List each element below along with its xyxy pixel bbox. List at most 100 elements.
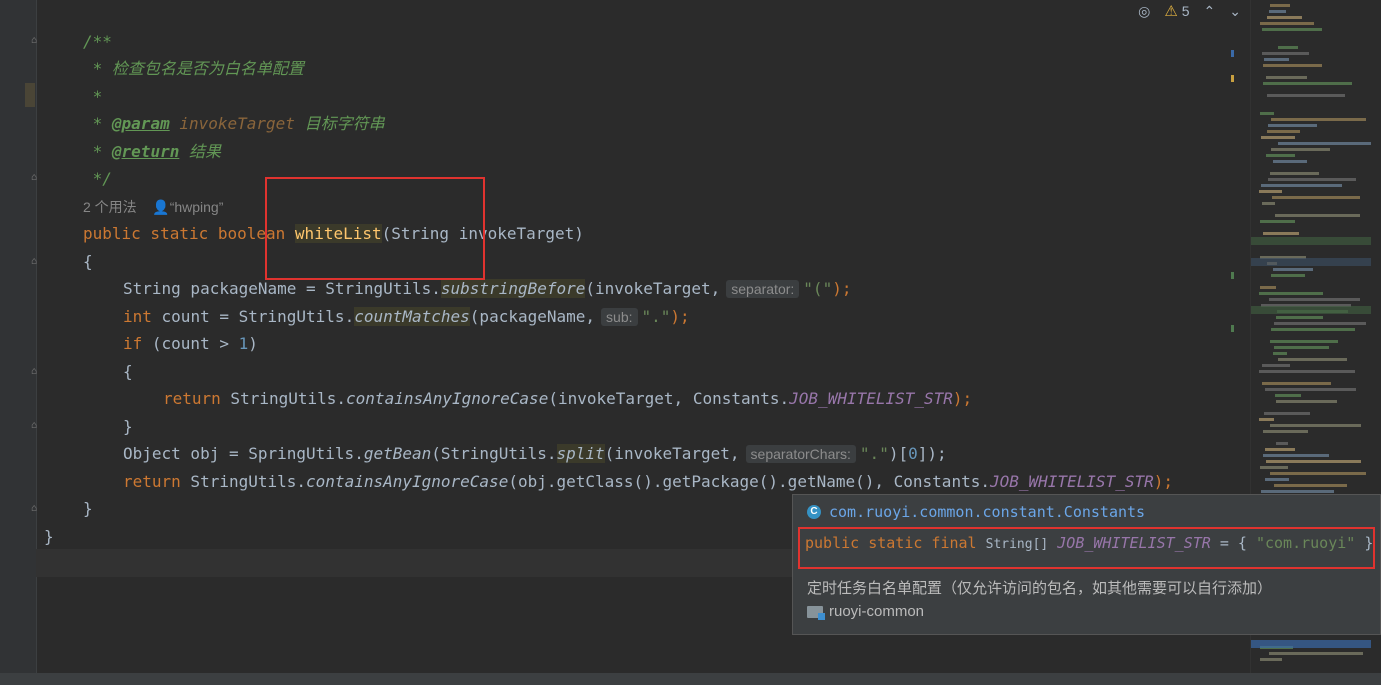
minimap-line <box>1263 232 1299 235</box>
module-name: ruoyi-common <box>829 603 925 620</box>
minimap-line <box>1259 190 1282 193</box>
inspection-widget[interactable]: ◎ ⚠ 5 ⌃ ⌄ <box>1138 0 1241 22</box>
code-line: /** <box>83 32 112 51</box>
minimap-band <box>1251 258 1371 266</box>
minimap-line <box>1266 154 1295 157</box>
code-line: Object obj = SpringUtils.getBean(StringU… <box>123 444 947 463</box>
minimap-line <box>1262 364 1290 367</box>
minimap-line <box>1260 220 1295 223</box>
minimap-line <box>1259 370 1355 373</box>
minimap-band <box>1251 237 1371 245</box>
minimap-line <box>1278 142 1371 145</box>
popup-header[interactable]: C com.ruoyi.common.constant.Constants <box>807 503 1145 521</box>
code-line: * @return 结果 <box>83 142 221 161</box>
warning-icon: ⚠ <box>1164 3 1178 20</box>
minimap-line <box>1269 298 1360 301</box>
code-line: { <box>83 252 93 271</box>
minimap-line <box>1262 28 1322 31</box>
code-line: return StringUtils.containsAnyIgnoreCase… <box>123 472 1173 491</box>
class-link[interactable]: com.ruoyi.common.constant.Constants <box>829 503 1145 521</box>
annotation-box <box>798 527 1375 569</box>
inlay-hint: separator: <box>726 280 800 298</box>
minimap-line <box>1267 130 1300 133</box>
minimap-line <box>1274 322 1366 325</box>
minimap-line <box>1263 64 1322 67</box>
module-folder-icon <box>807 605 825 620</box>
fold-icon[interactable]: ⌂ <box>31 35 41 46</box>
status-bar <box>0 673 1381 685</box>
class-icon: C <box>807 505 821 519</box>
error-stripe-mark[interactable] <box>1231 50 1234 57</box>
error-stripe-mark[interactable] <box>1231 325 1234 332</box>
warning-indicator[interactable]: ⚠ 5 <box>1164 2 1189 20</box>
minimap-line <box>1271 148 1330 151</box>
minimap-band <box>1251 306 1371 314</box>
minimap-line <box>1272 196 1360 199</box>
fold-icon[interactable]: ⌂ <box>31 503 41 514</box>
minimap-line <box>1278 358 1347 361</box>
next-highlight-icon[interactable]: ⌄ <box>1229 3 1241 20</box>
minimap-line <box>1261 136 1295 139</box>
minimap-band <box>1251 640 1371 648</box>
minimap-line <box>1271 118 1366 121</box>
code-line: String packageName = StringUtils.substri… <box>123 279 852 298</box>
minimap-line <box>1262 52 1309 55</box>
minimap-line <box>1273 352 1287 355</box>
minimap-line <box>1264 412 1310 415</box>
minimap-line <box>1275 394 1301 397</box>
code-line: int count = StringUtils.countMatches(pac… <box>123 307 690 326</box>
minimap-line <box>1268 124 1317 127</box>
minimap-line <box>1260 22 1314 25</box>
bookmark-marker <box>25 83 35 107</box>
fold-icon[interactable]: ⌂ <box>31 420 41 431</box>
minimap-line <box>1262 382 1331 385</box>
minimap-line <box>1270 172 1319 175</box>
usages-link[interactable]: 2 个用法 <box>83 199 137 215</box>
minimap-line <box>1259 418 1274 421</box>
fold-icon[interactable]: ⌂ <box>31 172 41 183</box>
minimap-line <box>1265 478 1289 481</box>
minimap-line <box>1276 316 1323 319</box>
warning-count: 5 <box>1181 3 1190 19</box>
minimap-line <box>1264 58 1289 61</box>
fold-icon[interactable]: ⌂ <box>31 366 41 377</box>
code-vision-hints[interactable]: 2 个用法 👤“hwping” <box>83 193 223 221</box>
minimap-line <box>1269 10 1286 13</box>
code-line: * <box>83 87 103 106</box>
code-line: return StringUtils.containsAnyIgnoreCase… <box>163 389 973 408</box>
minimap-line <box>1268 178 1356 181</box>
minimap-line <box>1276 442 1288 445</box>
minimap-line <box>1273 268 1313 271</box>
minimap-line <box>1266 76 1307 79</box>
minimap-line <box>1263 430 1308 433</box>
minimap-line <box>1270 424 1361 427</box>
code-line: } <box>123 417 133 436</box>
minimap-line <box>1262 202 1275 205</box>
minimap-line <box>1260 112 1274 115</box>
minimap-line <box>1271 274 1305 277</box>
minimap-line <box>1270 340 1338 343</box>
code-line: * @param invokeTarget 目标字符串 <box>83 114 385 133</box>
minimap-line <box>1266 460 1361 463</box>
error-stripe-mark[interactable] <box>1231 75 1234 82</box>
author-icon: 👤 <box>152 199 170 215</box>
inlay-hint: separatorChars: <box>745 445 856 463</box>
module-info: ruoyi-common <box>807 603 924 620</box>
code-line: if (count > 1) <box>123 334 258 353</box>
minimap-line <box>1263 82 1352 85</box>
minimap-line <box>1271 328 1355 331</box>
minimap-line <box>1276 400 1337 403</box>
minimap-line <box>1261 184 1342 187</box>
minimap-line <box>1274 484 1347 487</box>
error-stripe-mark[interactable] <box>1231 272 1234 279</box>
eye-crossed-icon[interactable]: ◎ <box>1138 3 1150 20</box>
minimap-line <box>1267 94 1345 97</box>
code-line: } <box>44 527 54 546</box>
author-label[interactable]: “hwping” <box>170 199 224 215</box>
fold-icon[interactable]: ⌂ <box>31 256 41 267</box>
code-line: { <box>123 362 133 381</box>
minimap-line <box>1274 346 1329 349</box>
minimap-line <box>1270 472 1366 475</box>
minimap-line <box>1278 46 1298 49</box>
previous-highlight-icon[interactable]: ⌃ <box>1204 3 1216 20</box>
